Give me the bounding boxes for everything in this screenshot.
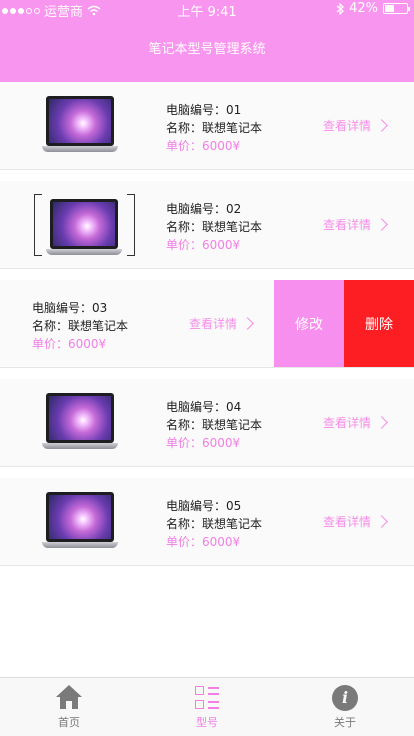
view-detail-label: 查看详情	[322, 119, 371, 133]
item-name: 名称：联想笔记本	[166, 121, 263, 135]
home-icon	[56, 685, 82, 711]
laptop-list: 电脑编号：01 名称：联想笔记本 单价：6000¥ 查看详情 电脑编号：02 名…	[0, 82, 414, 566]
tab-home[interactable]: 首页	[0, 678, 138, 736]
item-name: 名称：联想笔记本	[32, 319, 129, 333]
status-right: 42%	[336, 1, 410, 16]
page-title: 笔记本型号管理系统	[148, 42, 266, 57]
item-price: 单价：6000¥	[32, 337, 107, 351]
tab-model-label: 型号	[196, 716, 218, 729]
list-item[interactable]: 电脑编号：01 名称：联想笔记本 单价：6000¥ 查看详情	[0, 82, 414, 170]
view-detail-label: 查看详情	[322, 416, 371, 430]
edit-button[interactable]: 修改	[274, 280, 344, 367]
item-info: 电脑编号：05 名称：联想笔记本 单价：6000¥	[166, 497, 262, 551]
laptop-image	[42, 96, 118, 156]
laptop-image	[42, 492, 118, 552]
info-icon: i	[332, 685, 358, 711]
item-name: 名称：联想笔记本	[166, 220, 263, 234]
chevron-right-icon	[375, 515, 388, 528]
item-price: 单价：6000¥	[166, 535, 241, 549]
list-item-swiped[interactable]: 电脑编号：03 名称：联想笔记本 单价：6000¥ 查看详情 修改 删除	[0, 280, 414, 368]
item-name: 名称：联想笔记本	[166, 517, 263, 531]
item-code: 电脑编号：02	[166, 202, 242, 216]
item-price: 单价：6000¥	[166, 139, 241, 153]
status-bar: 运营商 上午 9:41 42%	[0, 0, 414, 20]
list-item[interactable]: 电脑编号：05 名称：联想笔记本 单价：6000¥ 查看详情	[0, 478, 414, 566]
tab-model[interactable]: 型号	[138, 678, 276, 736]
bluetooth-icon	[336, 2, 344, 15]
laptop-image	[42, 393, 118, 453]
item-code: 电脑编号：04	[166, 400, 242, 414]
view-detail-label: 查看详情	[188, 317, 237, 331]
item-info: 电脑编号：01 名称：联想笔记本 单价：6000¥	[166, 101, 262, 155]
laptop-image	[34, 194, 135, 256]
view-detail-link[interactable]: 查看详情	[188, 315, 254, 332]
view-detail-label: 查看详情	[322, 218, 371, 232]
chevron-right-icon	[375, 218, 388, 231]
view-detail-link[interactable]: 查看详情	[322, 513, 388, 530]
tab-bar: 首页 型号 i 关于	[0, 677, 414, 736]
chevron-right-icon	[375, 416, 388, 429]
item-price: 单价：6000¥	[166, 238, 241, 252]
view-detail-link[interactable]: 查看详情	[322, 117, 388, 134]
swipe-actions: 修改 删除	[274, 280, 414, 367]
tab-home-label: 首页	[58, 716, 80, 729]
battery-icon	[383, 3, 410, 14]
chevron-right-icon	[241, 317, 254, 330]
tab-about[interactable]: i 关于	[276, 678, 414, 736]
view-detail-link[interactable]: 查看详情	[322, 216, 388, 233]
chevron-right-icon	[375, 119, 388, 132]
item-code: 电脑编号：03	[32, 301, 108, 315]
battery-percent: 42%	[349, 1, 378, 16]
item-code: 电脑编号：05	[166, 499, 242, 513]
view-detail-link[interactable]: 查看详情	[322, 414, 388, 431]
item-info: 电脑编号：03 名称：联想笔记本 单价：6000¥	[32, 299, 128, 353]
delete-button[interactable]: 删除	[344, 280, 414, 367]
list-item[interactable]: 电脑编号：04 名称：联想笔记本 单价：6000¥ 查看详情	[0, 379, 414, 467]
item-name: 名称：联想笔记本	[166, 418, 263, 432]
app-header: 运营商 上午 9:41 42% 笔记本型号管理系统	[0, 0, 414, 82]
view-detail-label: 查看详情	[322, 515, 371, 529]
item-code: 电脑编号：01	[166, 103, 242, 117]
item-info: 电脑编号：02 名称：联想笔记本 单价：6000¥	[166, 200, 262, 254]
item-price: 单价：6000¥	[166, 436, 241, 450]
grid-list-icon	[194, 685, 220, 711]
list-item[interactable]: 电脑编号：02 名称：联想笔记本 单价：6000¥ 查看详情	[0, 181, 414, 269]
tab-about-label: 关于	[334, 716, 356, 729]
item-info: 电脑编号：04 名称：联想笔记本 单价：6000¥	[166, 398, 262, 452]
